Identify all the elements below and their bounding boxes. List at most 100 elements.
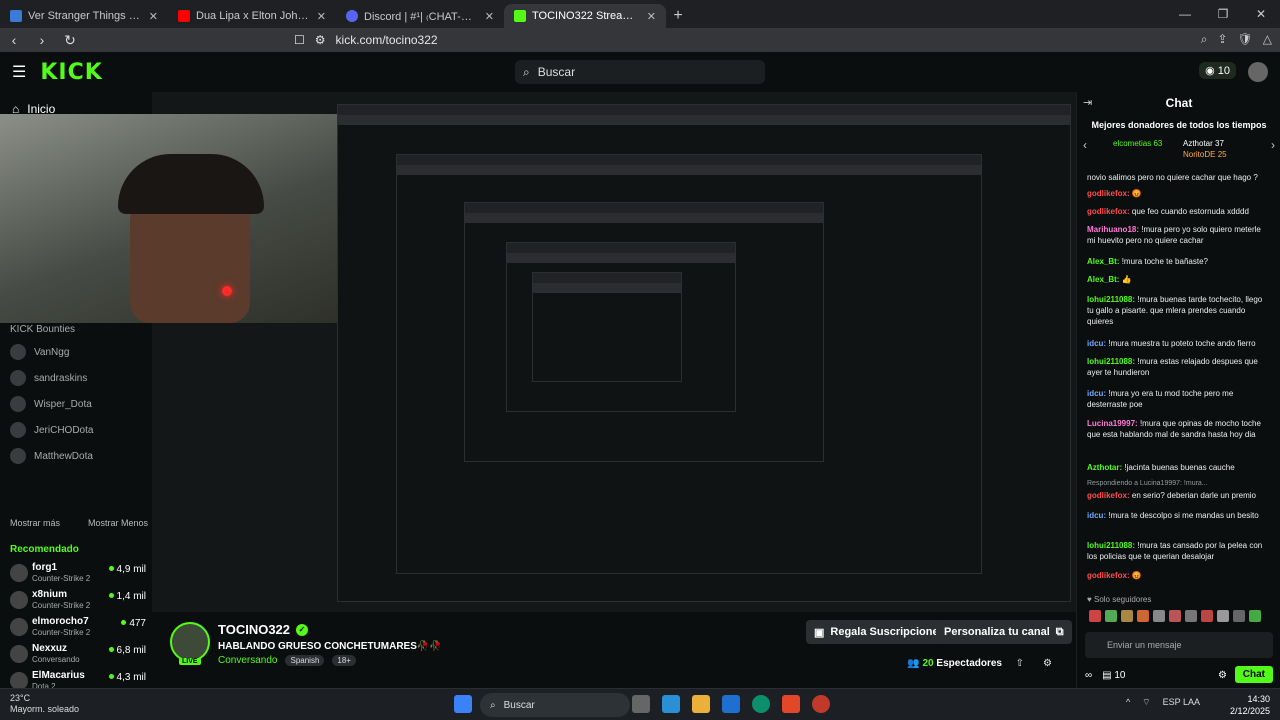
kick-logo[interactable]: KICK [40,60,102,85]
send-chat-button[interactable]: Chat [1234,666,1273,683]
browser-tab[interactable]: Dua Lipa x Elton John - Cold Heart (✕ [168,4,336,28]
list-item[interactable]: x8nium Counter-Strike 2 1,4 mil [10,589,146,615]
emote-icon[interactable] [1233,610,1245,622]
avatar[interactable] [170,622,210,662]
chevron-up-icon[interactable]: ^ [1126,697,1130,708]
forward-icon[interactable]: › [28,32,56,48]
edge-icon[interactable] [752,695,770,713]
chat-message[interactable]: Alex_Bt: !mura toche te bañaste? [1087,256,1271,267]
weather-widget[interactable]: 23°C Mayorm. soleado [10,693,79,715]
donor-item[interactable]: elcometias 63 [1113,139,1162,148]
wifi-icon[interactable]: ⌔ [1142,697,1150,708]
chat-message[interactable]: godlikefox: en serio? deberian darle un … [1087,490,1271,501]
menu-icon[interactable]: ☰ [12,62,26,82]
bookmark-icon[interactable]: ☐ [294,33,305,47]
task-view-icon[interactable] [632,695,650,713]
reload-icon[interactable]: ↻ [56,32,84,49]
points-indicator[interactable]: ▤ 10 [1102,670,1125,681]
browser-tab[interactable]: Discord | #¹| ₍CHAT-GENERAL | TOC ✕ [336,4,504,28]
zoom-icon[interactable]: ⌕ [1201,32,1208,47]
viewer-count: 👥 20 Espectadores [907,658,1002,669]
chat-message[interactable]: Marihuano18: !mura pero yo solo quiero m… [1087,224,1271,246]
user-settings-icon[interactable]: ⚙ [1043,658,1052,669]
tag-badge[interactable]: Spanish [285,655,325,666]
coins-badge[interactable]: ◉ 10 [1199,62,1236,79]
viewer-count: 4,3 mil [109,672,146,683]
site-info-icon[interactable]: ⚙ [315,33,326,47]
windows-start-icon[interactable] [454,695,472,713]
chat-message[interactable]: idcu: !mura muestra tu poteto toche ando… [1087,338,1271,349]
browser-tab-active[interactable]: TOCINO322 Stream - Watch Live ✕ [504,4,666,28]
show-less-button[interactable]: Mostrar Menos [88,518,148,528]
clock[interactable]: 14:30 2/12/2025 [1230,693,1270,717]
emote-icon[interactable] [1153,610,1165,622]
tag-badge[interactable]: 18+ [332,655,356,666]
avatar[interactable] [1248,62,1268,82]
chat-message[interactable]: lohui211088: !mura tas cansado por la pe… [1087,540,1271,562]
back-icon[interactable]: ‹ [0,32,28,48]
list-item[interactable]: Wisper_Dota [10,396,92,412]
emote-icon[interactable] [1217,610,1229,622]
emote-icon[interactable] [1185,610,1197,622]
donor-item[interactable]: NoritoDE 25 [1183,150,1227,159]
file-explorer-icon[interactable] [692,695,710,713]
list-item[interactable]: MatthewDota [10,448,93,464]
list-item[interactable]: elmorocho7 Counter-Strike 2 477 [10,616,146,642]
emote-icon[interactable] [1089,610,1101,622]
list-item[interactable]: VanNgg [10,344,69,360]
maximize-icon[interactable]: ❐ [1204,0,1242,28]
close-window-icon[interactable]: ✕ [1242,0,1280,28]
search-input[interactable]: ⌕ Buscar [515,60,765,84]
copilot-icon[interactable] [662,695,680,713]
emote-icon[interactable] [1201,610,1213,622]
chat-message[interactable]: lohui211088: !mura estas relajado despue… [1087,356,1271,378]
chat-message[interactable]: idcu: !mura te descolpo si me mandas un … [1087,510,1271,521]
language-indicator[interactable]: ESP LAA [1163,697,1200,708]
list-item[interactable]: sandraskins [10,370,87,386]
chat-input[interactable]: Enviar un mensaje [1085,632,1273,658]
chat-message[interactable]: novio salimos pero no quiere cachar que … [1087,172,1271,183]
chevron-left-icon[interactable]: ‹ [1083,138,1087,152]
chat-message[interactable]: lohui211088: !mura buenas tarde tochecit… [1087,294,1271,327]
chat-message[interactable]: Azthotar: !jacinta buenas buenas cauche [1087,462,1271,473]
share-icon[interactable]: ⇧ [1016,658,1024,669]
chat-message[interactable]: godlikefox: que feo cuando estornuda xdd… [1087,206,1271,217]
minimize-icon[interactable]: — [1166,0,1204,28]
list-item[interactable]: Nexxuz Conversando 6,8 mil [10,643,146,669]
customize-channel-button[interactable]: Personaliza tu canal ⧉ [936,620,1072,644]
emote-icon[interactable] [1121,610,1133,622]
chevron-right-icon[interactable]: › [1271,138,1275,152]
new-tab-button[interactable]: + [666,4,690,28]
gift-subs-button[interactable]: ▣ Regala Suscripciones [806,620,953,644]
browser-tab[interactable]: Ver Stranger Things 5x2 Online Grat ✕ [0,4,168,28]
close-icon[interactable]: ✕ [317,10,326,23]
app-icon[interactable] [812,695,830,713]
channel-name[interactable]: TOCINO322 ✓ [218,622,309,637]
list-item[interactable]: forg1 Counter-Strike 2 4,9 mil [10,562,146,588]
chat-message[interactable]: godlikefox: 😡 [1087,570,1271,581]
url-field[interactable]: ☐ ⚙ kick.com/tocino322 [294,33,438,47]
settings-icon[interactable]: ⚙ [1218,670,1227,681]
store-icon[interactable] [722,695,740,713]
chat-message[interactable]: Lucina19997: !mura que opinas de mocho t… [1087,418,1271,440]
share-icon[interactable]: ⇪ [1217,32,1227,47]
close-icon[interactable]: ✕ [149,10,158,23]
close-icon[interactable]: ✕ [485,10,494,23]
emote-icon[interactable] [1137,610,1149,622]
emote-icon[interactable] [1105,610,1117,622]
chat-message[interactable]: godlikefox: 😡 [1087,188,1271,199]
show-more-button[interactable]: Mostrar más [10,518,60,528]
chat-message[interactable]: idcu: !mura yo era tu mod toche pero me … [1087,388,1271,410]
gift-icon[interactable]: ∞ [1085,670,1092,681]
donor-item[interactable]: Azthotar 37 [1183,139,1224,148]
taskbar-search[interactable]: ⌕ Buscar [480,693,630,717]
list-item[interactable]: JeriCHODota [10,422,93,438]
close-icon[interactable]: ✕ [647,10,656,23]
brave-icon[interactable] [782,695,800,713]
category-link[interactable]: Conversando [218,655,277,666]
rewards-icon[interactable]: △ [1263,32,1272,47]
brave-shield-icon[interactable]: 🛡 [1238,32,1253,47]
chat-message[interactable]: Alex_Bt: 👍 [1087,274,1271,285]
emote-icon[interactable] [1169,610,1181,622]
emote-icon[interactable] [1249,610,1261,622]
